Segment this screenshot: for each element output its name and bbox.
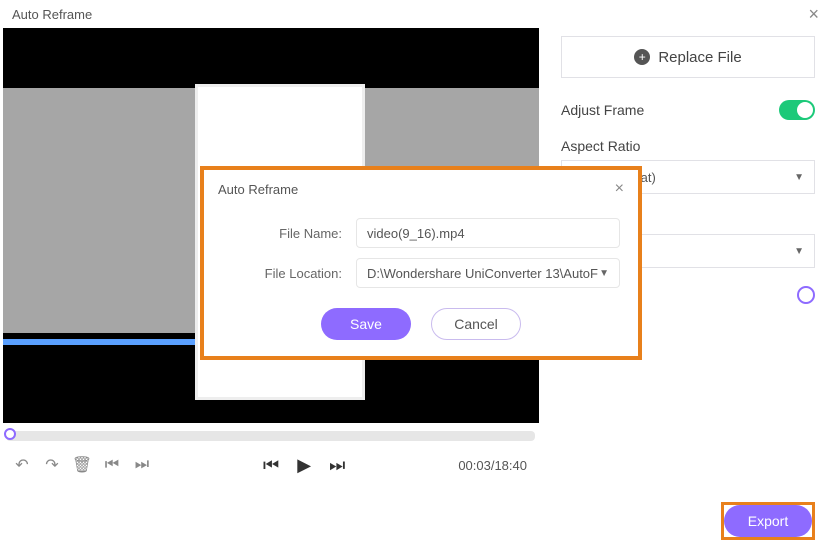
title-bar: Auto Reframe ×: [0, 0, 831, 28]
location-value: D:\Wondershare UniConverter 13\AutoF: [367, 266, 598, 281]
redo-icon[interactable]: ↷: [44, 457, 60, 473]
aspect-ratio-label: Aspect Ratio: [561, 138, 815, 154]
radio-option[interactable]: [797, 286, 815, 304]
filename-label: File Name:: [222, 226, 342, 241]
close-icon[interactable]: ×: [808, 4, 819, 25]
save-dialog: Auto Reframe × File Name: File Location:…: [204, 170, 638, 340]
plus-icon: +: [634, 49, 650, 65]
adjust-frame-toggle[interactable]: [779, 100, 815, 120]
time-display: 00:03/18:40: [458, 458, 527, 473]
timeline-knob[interactable]: [4, 428, 16, 440]
dialog-close-icon[interactable]: ×: [615, 180, 624, 198]
save-button[interactable]: Save: [321, 308, 411, 340]
save-dialog-highlight: Auto Reframe × File Name: File Location:…: [200, 166, 642, 360]
toggle-dot: [797, 102, 813, 118]
play-icon[interactable]: ▶: [297, 455, 311, 476]
replace-file-label: Replace File: [658, 49, 741, 66]
dialog-title: Auto Reframe: [218, 182, 298, 197]
chevron-down-icon: ▼: [794, 172, 804, 183]
window-title: Auto Reframe: [12, 7, 92, 22]
playback-controls: ↶ ↷ 🗑 ⏮ ⏭ ⏮ ▶ ⏭ 00:03/18:40: [0, 441, 541, 489]
export-highlight: Export: [721, 502, 815, 540]
progress-indicator: [3, 339, 195, 345]
timeline-slider[interactable]: [6, 431, 535, 441]
location-label: File Location:: [222, 266, 342, 281]
prev-icon[interactable]: ⏮: [263, 455, 279, 476]
filename-input[interactable]: [356, 218, 620, 248]
chevron-down-icon: ▼: [794, 246, 804, 257]
replace-file-button[interactable]: + Replace File: [561, 36, 815, 78]
export-button[interactable]: Export: [724, 505, 812, 537]
next-frame-icon[interactable]: ⏭: [134, 457, 150, 473]
delete-icon[interactable]: 🗑: [74, 457, 90, 473]
prev-frame-icon[interactable]: ⏮: [104, 457, 120, 473]
next-icon[interactable]: ⏭: [329, 455, 345, 476]
chevron-down-icon: ▼: [599, 268, 609, 279]
undo-icon[interactable]: ↶: [14, 457, 30, 473]
adjust-frame-label: Adjust Frame: [561, 102, 644, 118]
location-select[interactable]: D:\Wondershare UniConverter 13\AutoF ▼: [356, 258, 620, 288]
cancel-button[interactable]: Cancel: [431, 308, 521, 340]
